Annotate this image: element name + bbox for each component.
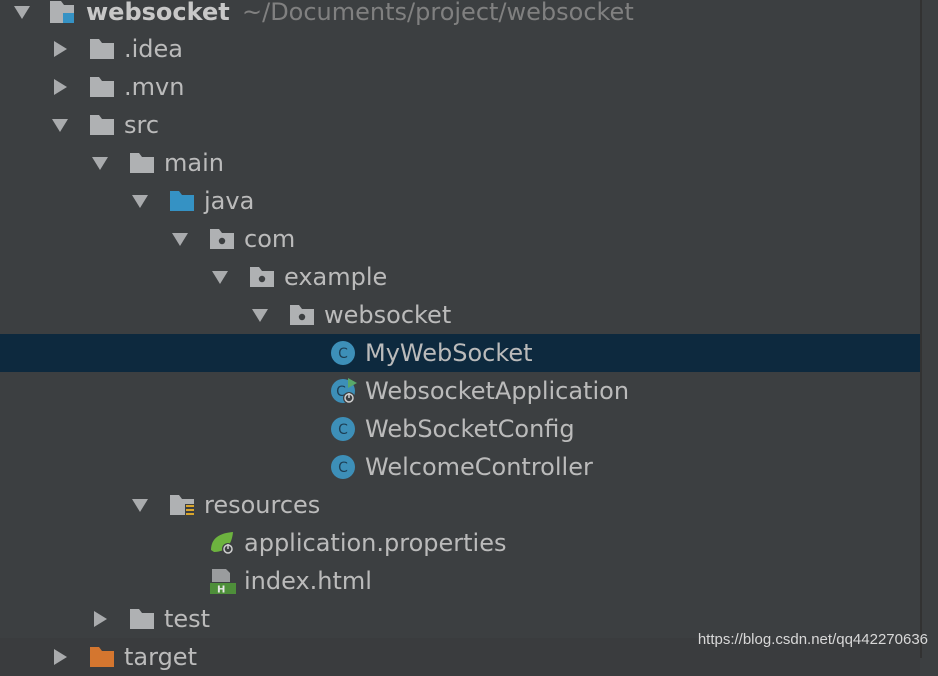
- project-name: websocket: [86, 0, 230, 26]
- package-icon: [290, 305, 314, 325]
- tree-label-welcomecontroller: WelcomeController: [365, 453, 593, 481]
- resources-folder-icon: [170, 495, 195, 517]
- folder-icon: [90, 115, 114, 135]
- tree-row-websocketapplication[interactable]: C WebsocketApplication: [0, 372, 920, 410]
- html-file-icon: H: [210, 569, 236, 595]
- tree-label-idea: .idea: [124, 35, 184, 63]
- tree-row-websocketconfig[interactable]: C WebSocketConfig: [0, 410, 920, 448]
- chevron-down-icon[interactable]: [250, 305, 270, 325]
- spring-boot-application-class-icon: C: [331, 378, 357, 404]
- tree-row-websocket-root[interactable]: websocket ~/Documents/project/websocket: [0, 0, 920, 31]
- vertical-scrollbar[interactable]: [922, 0, 938, 658]
- class-icon: C: [331, 417, 355, 441]
- tree-label-websocketconfig: WebSocketConfig: [365, 415, 575, 443]
- project-path: ~/Documents/project/websocket: [242, 0, 634, 26]
- chevron-down-icon[interactable]: [130, 495, 150, 515]
- project-tree: websocket ~/Documents/project/websocket …: [0, 0, 920, 676]
- package-icon: [250, 267, 274, 287]
- tree-label-websocketapplication: WebsocketApplication: [365, 377, 630, 405]
- module-icon: [50, 1, 74, 23]
- svg-text:C: C: [338, 346, 348, 362]
- tree-label-websocket-package: websocket: [324, 301, 452, 329]
- tree-row-java[interactable]: java: [0, 182, 920, 220]
- source-folder-icon: [170, 191, 194, 211]
- tree-label-mywebsocket: MyWebSocket: [365, 339, 533, 367]
- spring-properties-icon: [211, 532, 234, 555]
- tree-row-resources[interactable]: resources: [0, 486, 920, 524]
- watermark-text: https://blog.csdn.net/qq442270636: [697, 631, 928, 648]
- tree-row-index-html[interactable]: H index.html: [0, 562, 920, 600]
- tree-label-src: src: [124, 111, 160, 139]
- class-icon: C: [331, 341, 355, 365]
- tree-label-com: com: [244, 225, 296, 253]
- tree-row-mywebsocket[interactable]: C MyWebSocket: [0, 334, 920, 372]
- chevron-down-icon[interactable]: [12, 2, 32, 22]
- tree-row-src[interactable]: src: [0, 106, 920, 144]
- tree-label-main: main: [164, 149, 224, 177]
- tree-row-example[interactable]: example: [0, 258, 920, 296]
- tree-label-index-html: index.html: [244, 567, 372, 595]
- chevron-right-icon[interactable]: [90, 609, 110, 629]
- tree-label-mvn: .mvn: [124, 73, 185, 101]
- tree-label-target: target: [124, 643, 197, 671]
- chevron-right-icon[interactable]: [50, 77, 70, 97]
- tree-row-main[interactable]: main: [0, 144, 920, 182]
- folder-icon: [90, 39, 114, 59]
- tree-label-resources: resources: [204, 491, 321, 519]
- svg-text:C: C: [338, 422, 348, 438]
- chevron-down-icon[interactable]: [210, 267, 230, 287]
- folder-icon: [130, 153, 154, 173]
- tree-label-example: example: [284, 263, 388, 291]
- svg-text:C: C: [338, 460, 348, 476]
- class-icon: C: [331, 455, 355, 479]
- excluded-folder-icon: [90, 647, 114, 667]
- chevron-down-icon[interactable]: [50, 115, 70, 135]
- folder-icon: [90, 77, 114, 97]
- chevron-down-icon[interactable]: [130, 191, 150, 211]
- tree-row-welcomecontroller[interactable]: C WelcomeController: [0, 448, 920, 486]
- tree-row-idea[interactable]: .idea: [0, 30, 920, 68]
- tree-row-application-properties[interactable]: application.properties: [0, 524, 920, 562]
- chevron-down-icon[interactable]: [90, 153, 110, 173]
- tree-label-application-properties: application.properties: [244, 529, 507, 557]
- tree-row-com[interactable]: com: [0, 220, 920, 258]
- chevron-right-icon[interactable]: [50, 39, 70, 59]
- tree-label-java: java: [204, 187, 255, 215]
- tree-label-test: test: [164, 605, 211, 633]
- package-icon: [210, 229, 234, 249]
- svg-text:H: H: [217, 585, 225, 595]
- chevron-down-icon[interactable]: [170, 229, 190, 249]
- chevron-right-icon[interactable]: [50, 647, 70, 667]
- tree-row-mvn[interactable]: .mvn: [0, 68, 920, 106]
- folder-icon: [130, 609, 154, 629]
- tree-row-websocket-package[interactable]: websocket: [0, 296, 920, 334]
